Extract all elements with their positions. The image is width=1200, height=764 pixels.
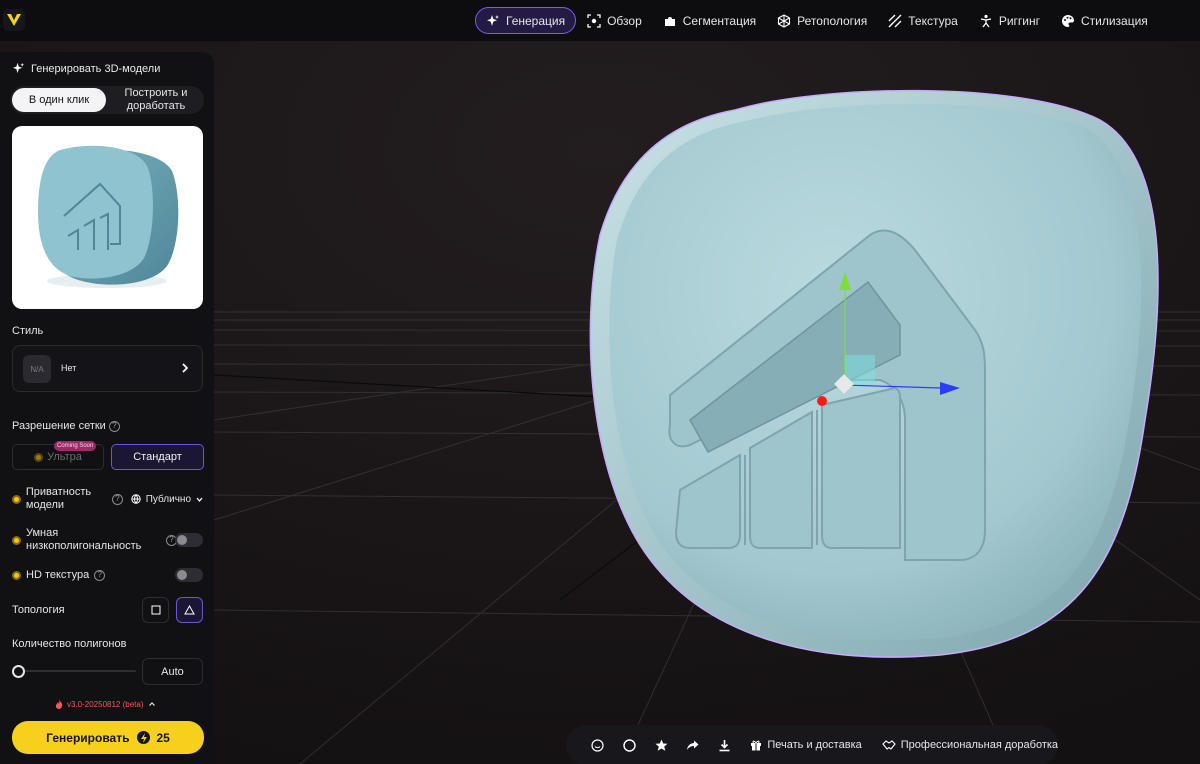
gift-icon xyxy=(751,740,762,751)
hd-texture-label: HD текстура xyxy=(26,569,90,581)
mesh-resolution-label: Разрешение сетки ? xyxy=(12,420,120,432)
flame-icon xyxy=(55,699,63,709)
help-icon[interactable]: ? xyxy=(108,420,120,432)
premium-coin-icon xyxy=(12,570,21,580)
tab-texture[interactable]: Текстура xyxy=(878,7,968,34)
tab-label: Стилизация xyxy=(1080,13,1148,28)
premium-coin-icon xyxy=(34,452,44,462)
tab-label: Сегментация xyxy=(682,13,757,28)
print-delivery-label: Печать и доставка xyxy=(767,739,862,751)
lightning-icon xyxy=(137,731,151,744)
style-selector[interactable]: N/A Нет xyxy=(12,345,203,392)
polycount-slider-track[interactable] xyxy=(14,670,136,672)
model-version-selector[interactable]: v3.0-20250812 (beta) xyxy=(55,699,156,709)
tab-label: Ретопология xyxy=(797,13,868,28)
coming-soon-badge: Coming Soon xyxy=(54,441,97,451)
privacy-label: Приватность модели xyxy=(25,486,92,511)
chevron-up-icon xyxy=(148,702,155,706)
topology-quad-button[interactable] xyxy=(142,597,169,623)
sparkles-icon xyxy=(487,14,499,26)
figure-icon xyxy=(980,14,991,27)
share-button[interactable] xyxy=(677,732,709,758)
tab-label: Обзор xyxy=(607,13,642,28)
model-version-text: v3.0-20250812 (beta) xyxy=(67,699,144,709)
panel-title-text: Генерировать 3D-модели xyxy=(31,62,161,75)
resolution-ultra-label: Ультра xyxy=(47,451,82,463)
reference-image xyxy=(38,145,179,288)
privacy-row: Приватность модели ? Публично xyxy=(12,486,204,512)
top-bar: Генерация Обзор Сегментация Ретопология … xyxy=(0,0,1200,41)
privacy-select[interactable]: Публично xyxy=(131,494,204,505)
download-icon xyxy=(719,739,730,751)
smart-lowpoly-toggle[interactable] xyxy=(175,533,203,547)
mode-switch: В один клик Построить и доработать xyxy=(10,86,204,114)
tab-segmentation[interactable]: Сегментация xyxy=(653,7,766,34)
gizmo-x-handle xyxy=(817,396,827,406)
input-image-preview[interactable] xyxy=(12,126,203,309)
premium-coin-icon xyxy=(12,535,21,545)
style-value: Нет xyxy=(61,363,77,373)
tab-label: Риггинг xyxy=(998,13,1040,28)
download-button[interactable] xyxy=(709,732,741,758)
tab-rigging[interactable]: Риггинг xyxy=(969,7,1050,34)
chevron-down-icon xyxy=(196,497,203,502)
handshake-icon xyxy=(882,740,896,750)
hd-texture-toggle[interactable] xyxy=(175,568,203,582)
smart-lowpoly-label: Умная низкополигональность xyxy=(26,527,142,552)
sparkles-icon xyxy=(12,62,25,74)
help-icon[interactable]: ? xyxy=(111,493,123,505)
panel-title: Генерировать 3D-модели xyxy=(12,62,160,75)
globe-icon xyxy=(131,494,141,504)
privacy-value: Публично xyxy=(145,493,192,505)
share-arrow-icon xyxy=(687,740,699,750)
mesh-icon xyxy=(778,13,791,28)
generate-cost: 25 xyxy=(156,730,170,745)
pro-refinement-label: Профессиональная доработка xyxy=(900,739,1059,751)
mesh-resolution-text: Разрешение сетки xyxy=(12,420,106,432)
tab-label: Генерация xyxy=(506,13,566,28)
topology-label: Топология xyxy=(12,604,65,616)
material-view-button[interactable] xyxy=(614,732,646,758)
polycount-label: Количество полигонов xyxy=(12,638,127,650)
style-label: Стиль xyxy=(12,325,44,337)
print-delivery-button[interactable]: Печать и доставка xyxy=(750,739,862,751)
viewer-toolbar: Печать и доставка Профессиональная дораб… xyxy=(566,725,1058,764)
mode-one-click-tab[interactable]: В один клик xyxy=(12,88,106,112)
generate-label: Генерировать xyxy=(46,730,130,745)
premium-coin-icon xyxy=(12,494,21,504)
tab-stylization[interactable]: Стилизация xyxy=(1051,7,1158,34)
smiley-icon xyxy=(591,738,604,752)
help-icon[interactable]: ? xyxy=(94,569,106,581)
face-view-button[interactable] xyxy=(582,732,614,758)
tab-label: Текстура xyxy=(908,13,958,28)
triangle-icon xyxy=(184,605,195,615)
resolution-standard-button[interactable]: Стандарт xyxy=(111,444,204,470)
chevron-right-icon xyxy=(182,363,189,373)
puzzle-icon xyxy=(664,16,675,26)
generate-button[interactable]: Генерировать 25 xyxy=(12,721,204,754)
mode-build-refine-tab[interactable]: Построить и доработать xyxy=(110,87,202,112)
scan-icon xyxy=(587,13,601,28)
generation-panel: Генерировать 3D-модели В один клик Постр… xyxy=(0,52,214,764)
circle-icon xyxy=(623,738,636,752)
topology-triangle-button[interactable] xyxy=(176,597,203,623)
tab-generation[interactable]: Генерация xyxy=(475,7,577,34)
polycount-value-input[interactable]: Auto xyxy=(142,658,203,685)
pro-refinement-button[interactable]: Профессиональная доработка xyxy=(882,739,1058,751)
favorite-button[interactable] xyxy=(645,732,677,758)
palette-icon xyxy=(1061,14,1074,27)
main-nav: Генерация Обзор Сегментация Ретопология … xyxy=(475,7,1158,34)
mode-build-refine-label: Построить и доработать xyxy=(124,87,188,112)
star-icon xyxy=(655,739,668,751)
logo-icon xyxy=(7,14,21,26)
texture-stripes-icon xyxy=(888,14,902,27)
app-logo[interactable] xyxy=(3,9,25,31)
square-icon xyxy=(151,605,160,615)
polycount-slider-handle[interactable] xyxy=(12,665,25,678)
tab-retopology[interactable]: Ретопология xyxy=(767,7,877,34)
style-thumbnail: N/A xyxy=(23,355,51,383)
tab-review[interactable]: Обзор xyxy=(577,7,652,34)
